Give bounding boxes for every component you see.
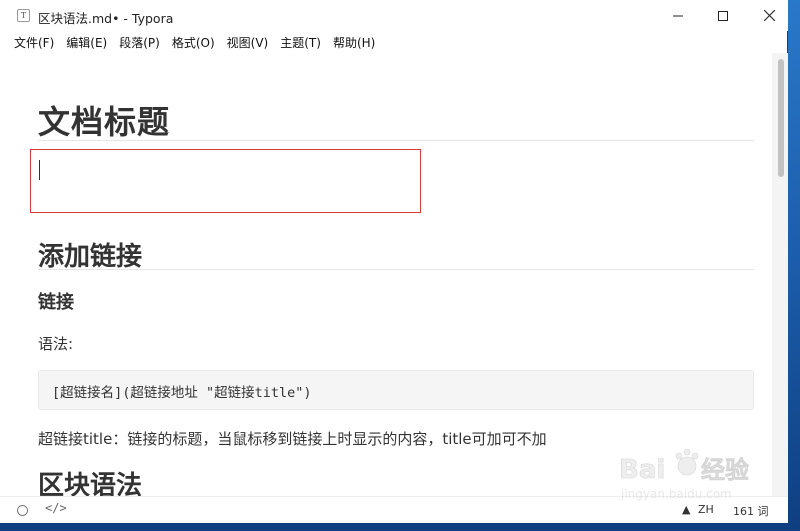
menu-paragraph[interactable]: 段落(P) [113, 32, 166, 53]
section-heading-block-syntax[interactable]: 区块语法 [38, 465, 142, 496]
minimize-button[interactable] [655, 0, 701, 31]
code-text: [超链接名](超链接地址 "超链接title") [52, 385, 312, 401]
taskbar-edge [0, 523, 800, 531]
document-title[interactable]: 文档标题 [38, 97, 170, 143]
menu-bar: 文件(F) 编辑(E) 段落(P) 格式(O) 视图(V) 主题(T) 帮助(H… [0, 31, 788, 53]
text-caret [39, 160, 40, 180]
menu-format[interactable]: 格式(O) [166, 32, 221, 53]
menu-view[interactable]: 视图(V) [221, 32, 275, 53]
menu-theme[interactable]: 主题(T) [274, 32, 327, 53]
close-button[interactable] [746, 0, 792, 31]
section-divider [38, 269, 754, 270]
vertical-scrollbar[interactable] [772, 53, 788, 496]
close-icon [763, 10, 775, 21]
menu-file[interactable]: 文件(F) [8, 32, 60, 53]
source-mode-icon[interactable]: </> [45, 501, 67, 515]
word-count[interactable]: 161 词 [733, 503, 769, 519]
maximize-button[interactable] [700, 0, 746, 31]
status-bar: </> ▲ ZH 161 词 [0, 496, 788, 523]
desktop-background [788, 0, 800, 531]
syntax-label[interactable]: 语法: [38, 333, 73, 354]
heading-divider [38, 140, 754, 141]
typora-app-icon: T [17, 9, 30, 22]
description-paragraph[interactable]: 超链接title：链接的标题，当鼠标移到链接上时显示的内容，title可加可不加 [38, 428, 547, 449]
menu-edit[interactable]: 编辑(E) [60, 32, 113, 53]
warning-icon[interactable]: ▲ [682, 503, 690, 516]
subsection-heading-link[interactable]: 链接 [38, 288, 74, 314]
maximize-icon [718, 10, 728, 21]
window-title: 区块语法.md• - Typora [38, 11, 174, 26]
typora-window: T 区块语法.md• - Typora 文件(F) 编辑(E) 段落(P) 格式… [0, 0, 788, 531]
scrollbar-thumb[interactable] [778, 59, 784, 177]
code-block[interactable]: [超链接名](超链接地址 "超链接title") [38, 370, 754, 410]
section-heading-add-link[interactable]: 添加链接 [38, 236, 142, 273]
outline-toggle-icon[interactable] [17, 505, 28, 516]
editor-area[interactable]: 文档标题 添加链接 链接 语法: [超链接名](超链接地址 "超链接title"… [0, 53, 772, 496]
active-edit-block[interactable] [30, 149, 421, 213]
title-bar: T 区块语法.md• - Typora [0, 0, 788, 31]
minimize-icon [673, 15, 683, 16]
menu-help[interactable]: 帮助(H) [327, 32, 381, 53]
language-indicator[interactable]: ZH [698, 503, 714, 516]
